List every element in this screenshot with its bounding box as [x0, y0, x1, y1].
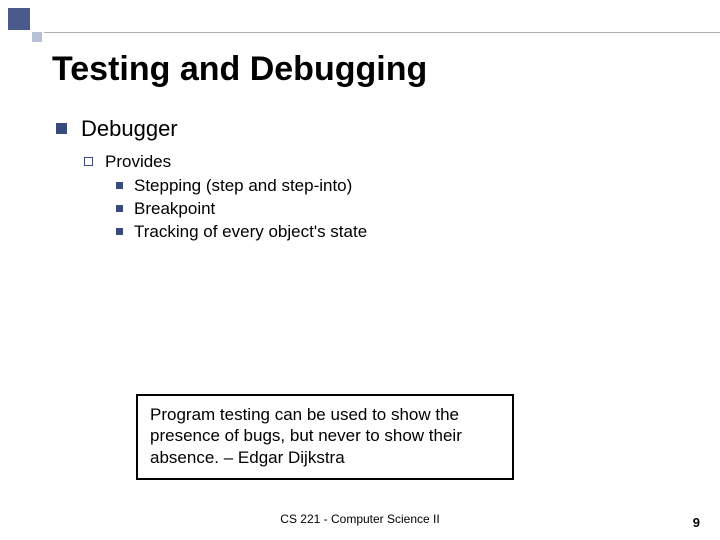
quote-text: Program testing can be used to show the … [150, 404, 500, 468]
bullet3b-text: Breakpoint [134, 199, 215, 219]
bullet3c-text: Tracking of every object's state [134, 222, 367, 242]
page-number: 9 [693, 515, 700, 530]
bullet-level2: Provides [84, 152, 680, 172]
bullet-level3: Tracking of every object's state [116, 222, 680, 242]
bullet-level3: Stepping (step and step-into) [116, 176, 680, 196]
small-square-bullet-icon [116, 228, 123, 235]
bullet-level1: Debugger [56, 116, 680, 142]
footer-course: CS 221 - Computer Science II [0, 512, 720, 526]
open-square-bullet-icon [84, 157, 93, 166]
deco-square-large [8, 8, 30, 30]
bullet2-text: Provides [105, 152, 171, 172]
small-square-bullet-icon [116, 182, 123, 189]
small-square-bullet-icon [116, 205, 123, 212]
quote-box: Program testing can be used to show the … [136, 394, 514, 480]
deco-square-small [32, 32, 42, 42]
bullet1-text: Debugger [81, 116, 178, 142]
bullet-level3: Breakpoint [116, 199, 680, 219]
content-area: Debugger Provides Stepping (step and ste… [56, 116, 680, 245]
bullet3a-text: Stepping (step and step-into) [134, 176, 352, 196]
title-underline [44, 32, 720, 33]
slide-title: Testing and Debugging [52, 50, 427, 89]
filled-square-bullet-icon [56, 123, 67, 134]
corner-decoration [8, 8, 42, 42]
